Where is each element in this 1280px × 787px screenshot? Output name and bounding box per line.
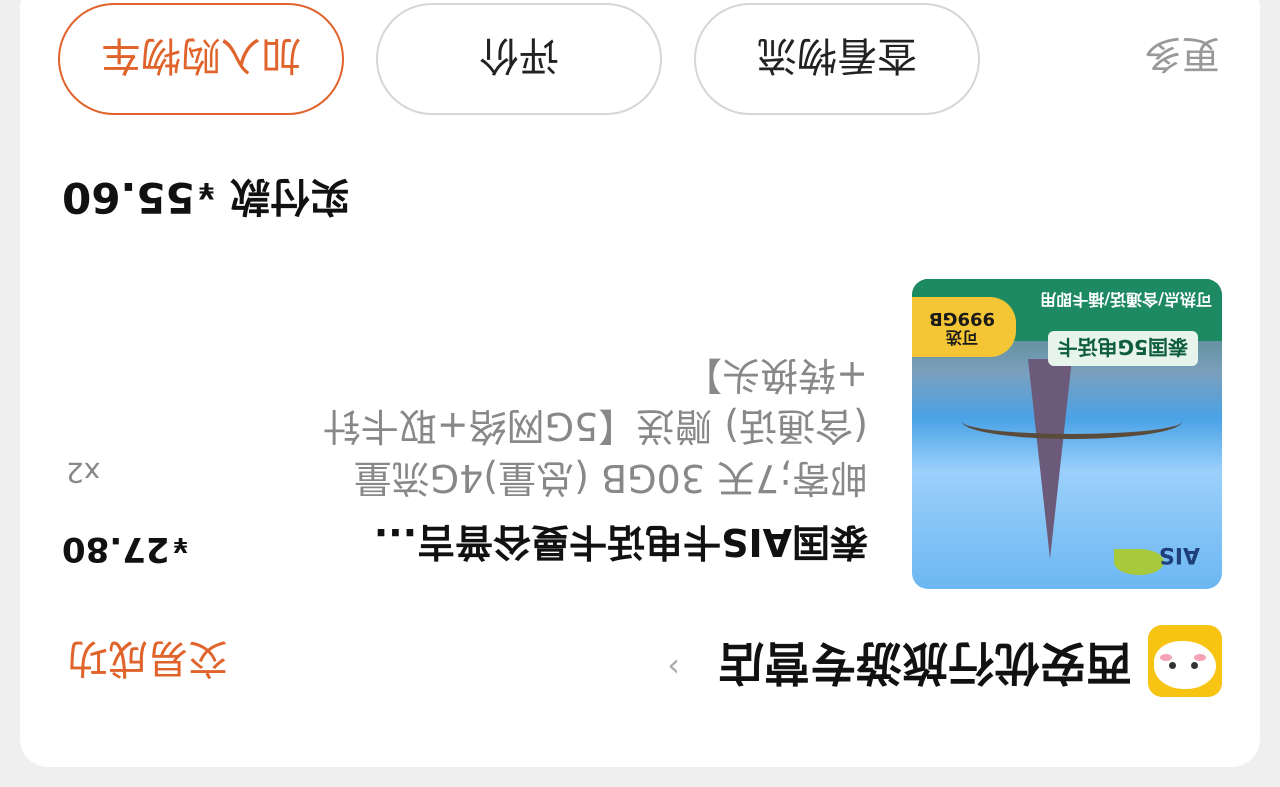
action-bar: 更多 查看物流 评价 加入购物车 bbox=[20, 0, 1260, 115]
image-banner-sub: 可热点/含通话/插卡即用 bbox=[1040, 290, 1212, 309]
product-image[interactable]: AIS 可热点/含通话/插卡即用 泰国5G电话卡 可选 999GB bbox=[912, 279, 1222, 589]
product-title[interactable]: 泰国AIS卡电话卡曼谷普吉... bbox=[358, 518, 868, 573]
shop-logo bbox=[1148, 625, 1222, 697]
paid-currency: ¥ bbox=[198, 177, 215, 202]
bridge-arch bbox=[962, 404, 1182, 439]
shop-name[interactable]: 西安优行旅游专营店 bbox=[718, 633, 1132, 699]
paid-amount: 55.60 bbox=[62, 173, 195, 222]
add-to-cart-button[interactable]: 加入购物车 bbox=[58, 3, 344, 115]
review-button[interactable]: 评价 bbox=[376, 3, 662, 115]
image-brand: AIS bbox=[1158, 542, 1200, 567]
payment-summary: 实付款 ¥55.60 bbox=[20, 169, 1260, 229]
temple-spire bbox=[1028, 359, 1072, 559]
price-value: 27.80 bbox=[62, 529, 170, 569]
order-status: 交易成功 bbox=[68, 635, 228, 681]
shop-header[interactable]: 西安优行旅游专营店 › 交易成功 bbox=[20, 625, 1260, 705]
image-banner-title: 泰国5G电话卡 bbox=[1047, 331, 1198, 366]
view-logistics-button[interactable]: 查看物流 bbox=[694, 3, 980, 115]
unit-price: ¥27.80 bbox=[62, 529, 187, 569]
order-card[interactable]: 西安优行旅游专营店 › 交易成功 AIS 可热点/含通话/插卡即用 泰国5G电话… bbox=[20, 0, 1260, 767]
ais-leaf-logo bbox=[1114, 549, 1164, 575]
price-currency: ¥ bbox=[173, 533, 188, 557]
image-badge-line1: 可选 bbox=[946, 327, 979, 347]
chicken-mascot-icon bbox=[1154, 641, 1216, 689]
more-link[interactable]: 更多 bbox=[1144, 30, 1220, 85]
quantity: x2 bbox=[66, 456, 101, 489]
chevron-right-icon[interactable]: › bbox=[667, 649, 680, 687]
image-badge-line2: 999GB bbox=[928, 308, 996, 330]
product-description: 邮寄;7天 30GB (总量)4G流量 (含通话) 赠送【5G网络+取卡针+转换… bbox=[322, 352, 868, 500]
paid-label: 实付款 bbox=[230, 173, 351, 219]
product-item[interactable]: AIS 可热点/含通话/插卡即用 泰国5G电话卡 可选 999GB 泰国AIS卡… bbox=[20, 279, 1260, 589]
image-badge: 可选 999GB bbox=[912, 297, 1016, 357]
